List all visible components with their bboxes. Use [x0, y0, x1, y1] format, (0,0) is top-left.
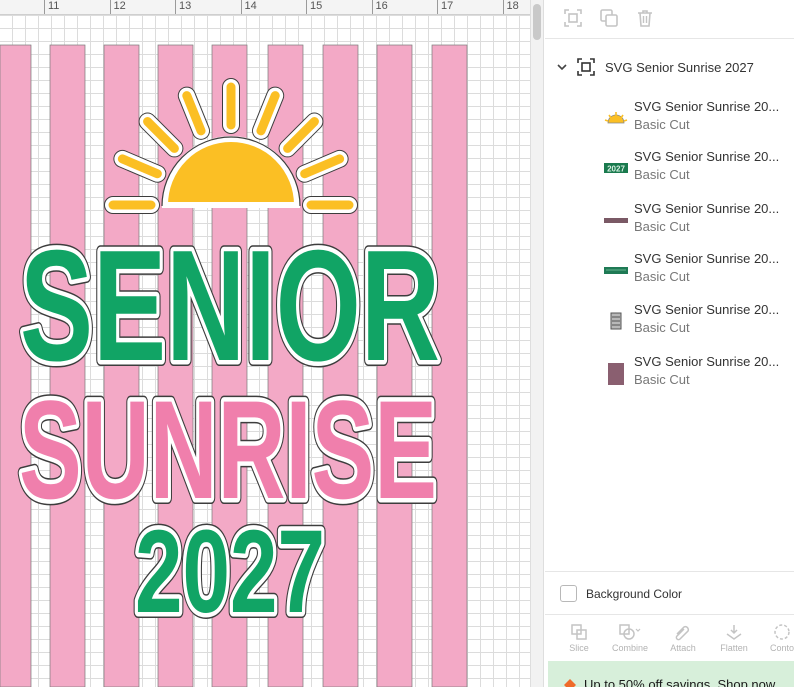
toolbar-divider — [545, 38, 794, 39]
ruler-tick — [240, 0, 242, 14]
background-color-label: Background Color — [586, 587, 683, 601]
layer-name: SVG Senior Sunrise 20... — [634, 302, 780, 317]
ruler-tick-label: 11 — [48, 0, 60, 12]
layer-operation: Basic Cut — [634, 219, 690, 234]
flatten-button[interactable]: Flatten — [711, 623, 757, 653]
group-icon — [577, 58, 595, 76]
ruler-tick-label: 16 — [375, 0, 388, 12]
flatten-label: Flatten — [720, 643, 748, 653]
panel-divider — [545, 571, 794, 572]
promo-banner[interactable]: Up to 50% off savings. Shop now — [548, 661, 794, 687]
senior-word: SENIOR — [20, 218, 440, 394]
attach-button[interactable]: Attach — [660, 623, 706, 653]
layer-item[interactable]: SVG Senior Sunrise 20... Basic Cut — [545, 98, 794, 144]
contour-label: Conto — [769, 643, 794, 653]
ruler-tick — [306, 0, 307, 14]
layer-operation: Basic Cut — [634, 372, 690, 387]
layer-name: SVG Senior Sunrise 20... — [634, 354, 780, 369]
slice-icon — [571, 624, 587, 640]
layer-actions-bar: Slice Combine Attach Flatten Conto — [545, 614, 794, 662]
year-thumbnail: 2027 — [604, 163, 628, 174]
layer-operation: Basic Cut — [634, 167, 690, 182]
layer-operation: Basic Cut — [634, 320, 690, 335]
ruler-tick-label: 15 — [310, 0, 323, 12]
layer-name: SVG Senior Sunrise 20... — [634, 149, 780, 164]
slice-button[interactable]: Slice — [556, 623, 602, 653]
text-thumbnail — [604, 267, 628, 274]
layer-item[interactable]: 2027 SVG Senior Sunrise 20... Basic Cut — [545, 148, 794, 194]
senior-text[interactable]: SENIORSENIOR — [14, 212, 446, 400]
contour-icon — [774, 624, 790, 640]
rectangle-thumbnail — [608, 363, 624, 385]
sunrise-text[interactable]: SUNRISESUNRISE — [13, 365, 443, 534]
vertical-scrollbar[interactable] — [530, 0, 544, 687]
layer-name: SVG Senior Sunrise 20... — [634, 201, 780, 216]
flatten-icon — [726, 625, 742, 640]
duplicate-icon[interactable] — [599, 8, 619, 28]
svg-text:2027: 2027 — [607, 165, 625, 174]
layer-item[interactable]: SVG Senior Sunrise 20... Basic Cut — [545, 301, 794, 347]
layer-item[interactable]: SVG Senior Sunrise 20... Basic Cut — [545, 200, 794, 246]
design-canvas[interactable]: 11 12 13 14 15 16 17 18 SENIOR SENIOR SUNRISE SUN… — [0, 0, 530, 687]
horizontal-ruler: 11 12 13 14 15 16 17 18 — [0, 0, 530, 15]
ruler-tick — [44, 0, 45, 14]
ruler-tick-label: 18 — [506, 0, 519, 12]
contour-button[interactable]: Conto — [759, 623, 794, 653]
group-icon[interactable] — [563, 8, 583, 28]
slice-label: Slice — [569, 643, 589, 653]
sun-thumbnail — [604, 112, 628, 124]
year-text[interactable]: 20272027 — [129, 500, 331, 644]
sunrise-graphic — [104, 78, 358, 214]
ruler-tick — [109, 0, 111, 14]
ruler-tick-label: 12 — [113, 0, 126, 12]
outline-thumbnail — [604, 218, 628, 223]
layer-name: SVG Senior Sunrise 20... — [634, 251, 780, 266]
background-color-checkbox[interactable] — [560, 585, 577, 602]
ruler-tick — [437, 0, 438, 14]
ruler-tick — [502, 0, 504, 14]
layers-toolbar — [545, 0, 794, 38]
delete-icon[interactable] — [635, 8, 655, 28]
design-thumbnail — [610, 312, 622, 330]
scrollbar-thumb[interactable] — [533, 4, 541, 40]
layer-name: SVG Senior Sunrise 20... — [634, 99, 780, 114]
combine-label: Combine — [611, 643, 649, 653]
combine-icon — [619, 624, 641, 640]
sunrise-word: SUNRISE — [19, 371, 437, 528]
layer-group-row[interactable]: SVG Senior Sunrise 2027 — [545, 54, 794, 82]
ruler-tick-label: 14 — [244, 0, 257, 12]
group-name: SVG Senior Sunrise 2027 — [605, 60, 754, 75]
layers-panel: SVG Senior Sunrise 2027 SVG Senior Sunri… — [545, 0, 794, 687]
chevron-down-icon[interactable] — [555, 60, 569, 74]
ruler-tick — [175, 0, 176, 14]
ruler-tick-label: 17 — [441, 0, 454, 12]
ruler-tick — [371, 0, 373, 14]
ruler-tick-label: 13 — [179, 0, 192, 12]
promo-text: Up to 50% off savings. Shop now — [584, 677, 776, 687]
layer-operation: Basic Cut — [634, 117, 690, 132]
attach-icon — [675, 625, 690, 641]
layer-item[interactable]: SVG Senior Sunrise 20... Basic Cut — [545, 250, 794, 296]
layer-item[interactable]: SVG Senior Sunrise 20... Basic Cut — [545, 353, 794, 399]
layer-operation: Basic Cut — [634, 269, 690, 284]
attach-label: Attach — [670, 643, 696, 653]
design-artwork[interactable]: SENIORSENIOR SUNRISESUNRISE 20272027 — [0, 0, 530, 687]
combine-button[interactable]: Combine — [607, 623, 653, 653]
year-number: 2027 — [135, 506, 325, 638]
tag-icon — [564, 679, 576, 687]
